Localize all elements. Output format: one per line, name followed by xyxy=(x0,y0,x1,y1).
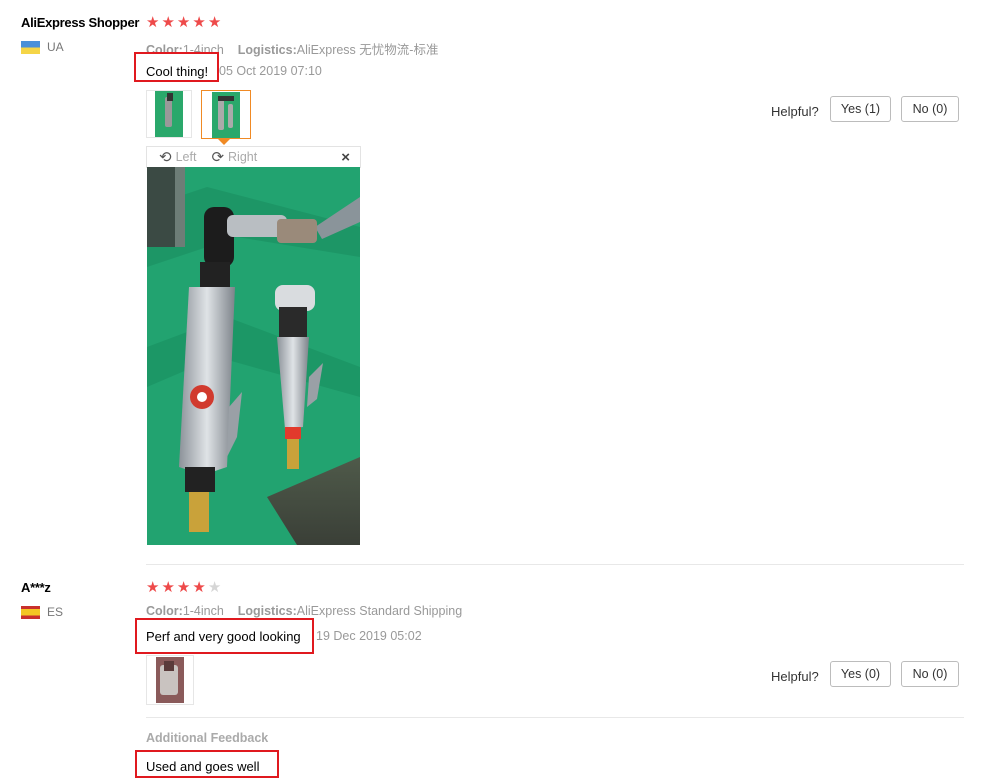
helpful-no-button[interactable]: No (0) xyxy=(901,661,959,687)
star-rating: ★ ★ ★ ★ ★ xyxy=(146,580,221,595)
review-date: 19 Dec 2019 05:02 xyxy=(316,629,422,643)
order-info: Color:1-4inch Logistics:AliExpress Stand… xyxy=(146,604,462,618)
rotate-right-label[interactable]: Right xyxy=(228,150,257,164)
additional-feedback-text: Used and goes well xyxy=(146,759,260,774)
review-photo-thumb-selected[interactable] xyxy=(201,90,251,139)
review-text: Cool thing! xyxy=(146,64,209,79)
photo-thumbnail-image xyxy=(212,91,240,138)
star-rating: ★ ★ ★ ★ ★ xyxy=(146,15,221,30)
review-photo-large xyxy=(147,167,360,545)
reviewer-country: UA xyxy=(21,40,64,54)
star-icon: ★ xyxy=(146,14,160,31)
helpful-label: Helpful? xyxy=(771,104,819,119)
reviewer-country: ES xyxy=(21,605,63,619)
additional-feedback-divider xyxy=(146,717,964,718)
photo-thumbnail-image xyxy=(156,657,184,703)
flag-icon xyxy=(21,605,40,619)
logistics-value: AliExpress Standard Shipping xyxy=(296,604,463,618)
star-icon: ★ xyxy=(161,579,175,596)
color-value: 1-4inch xyxy=(182,604,224,618)
flag-icon xyxy=(21,40,40,54)
logistics-label: Logistics: xyxy=(237,43,297,57)
review-text: Perf and very good looking xyxy=(146,629,301,644)
selected-thumb-pointer xyxy=(218,139,230,145)
reviewer-name: A***z xyxy=(21,580,51,595)
star-icon: ★ xyxy=(176,14,191,31)
star-icon: ★ xyxy=(146,579,160,596)
image-viewer-toolbar: ⟲ Left ⟳ Right × xyxy=(146,146,361,168)
review-photo-thumb[interactable] xyxy=(146,655,194,705)
logistics-value: AliExpress 无忧物流-标准 xyxy=(296,43,439,57)
logistics-label: Logistics: xyxy=(237,604,297,618)
rotate-left-label[interactable]: Left xyxy=(176,150,197,164)
color-label: Color: xyxy=(146,604,183,618)
helpful-yes-button[interactable]: Yes (1) xyxy=(830,96,891,122)
helpful-label: Helpful? xyxy=(771,669,819,684)
star-empty-icon: ★ xyxy=(207,579,222,596)
rotate-left-icon[interactable]: ⟲ xyxy=(159,150,172,165)
additional-feedback-label: Additional Feedback xyxy=(146,731,269,745)
star-icon: ★ xyxy=(207,14,222,31)
star-icon: ★ xyxy=(192,579,206,596)
review-date: 05 Oct 2019 07:10 xyxy=(219,64,322,78)
helpful-no-button[interactable]: No (0) xyxy=(901,96,959,122)
star-icon: ★ xyxy=(176,579,191,596)
rotate-right-icon[interactable]: ⟳ xyxy=(211,150,224,165)
star-icon: ★ xyxy=(192,14,206,31)
star-icon: ★ xyxy=(161,14,175,31)
country-code: ES xyxy=(47,605,64,619)
review-divider xyxy=(146,564,964,565)
country-code: UA xyxy=(47,40,64,54)
reviewer-name: AliExpress Shopper xyxy=(21,15,140,30)
helpful-yes-button[interactable]: Yes (0) xyxy=(830,661,891,687)
photo-thumbnail-image xyxy=(155,91,183,137)
pneumatic-ratchet-photo xyxy=(147,167,360,545)
close-icon[interactable]: × xyxy=(341,149,350,166)
review-photo-thumb[interactable] xyxy=(146,90,192,138)
